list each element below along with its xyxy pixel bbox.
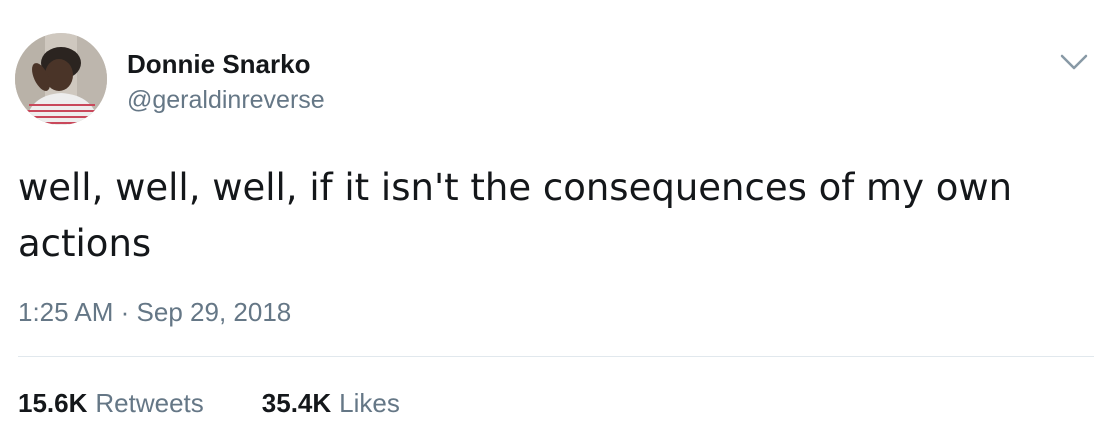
likes-count: 35.4K [261,388,332,418]
meta-separator: · [120,297,130,327]
tweet-text: well, well, well, if it isn't the conseq… [18,166,1013,265]
chevron-down-icon[interactable] [1058,48,1090,76]
retweets-count: 15.6K [18,388,88,418]
tweet-time: 1:25 AM [18,297,114,327]
retweets-label: Retweets [95,388,204,418]
retweets-stat[interactable]: 15.6K Retweets [18,387,204,419]
tweet-timestamp[interactable]: 1:25 AM · Sep 29, 2018 [18,296,291,328]
likes-stat[interactable]: 35.4K Likes [262,387,400,419]
divider [18,356,1094,357]
avatar-photo-icon [15,33,107,125]
likes-label: Likes [339,388,400,418]
user-handle[interactable]: @geraldinreverse [127,84,325,116]
tweet-stats: 15.6K Retweets 35.4K Likes [18,387,400,419]
tweet-date: Sep 29, 2018 [136,297,292,327]
tweet-card: Donnie Snarko @geraldinreverse well, wel… [0,0,1100,442]
avatar[interactable] [15,33,107,125]
user-name[interactable]: Donnie Snarko [127,48,310,80]
